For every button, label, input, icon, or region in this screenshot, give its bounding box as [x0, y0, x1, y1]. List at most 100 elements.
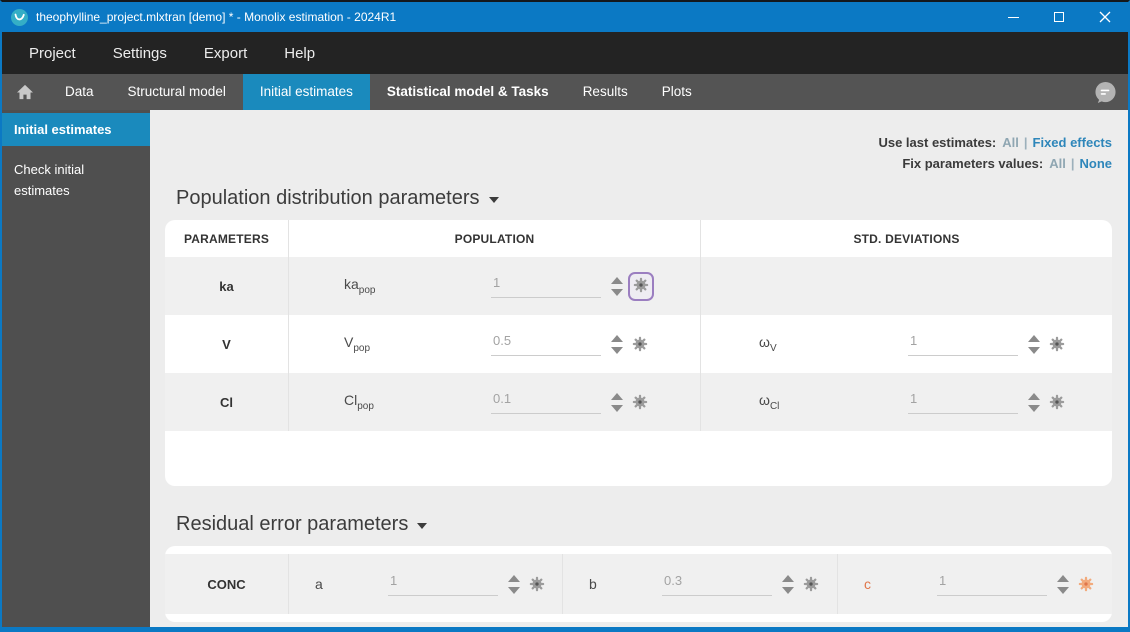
pipe-separator: | — [1071, 156, 1075, 171]
spin-down-icon[interactable] — [782, 587, 794, 594]
ka-pop-input[interactable] — [491, 275, 601, 298]
v-pop-stepper[interactable] — [611, 335, 623, 354]
spin-down-icon[interactable] — [1028, 347, 1040, 354]
table-row-cl: Cl Clpop ωCl — [165, 373, 1112, 431]
ka-pop-stepper[interactable] — [611, 277, 623, 296]
speech-bubble-icon — [1094, 81, 1117, 104]
param-c-stepper[interactable] — [1057, 575, 1069, 594]
use-last-fixed-effects-link[interactable]: Fixed effects — [1033, 135, 1112, 150]
menu-settings[interactable]: Settings — [113, 45, 167, 62]
app-window: theophylline_project.mlxtran [demo] * - … — [0, 0, 1130, 632]
minimize-icon — [1008, 17, 1019, 18]
tab-results[interactable]: Results — [566, 74, 645, 110]
fix-parameters-label: Fix parameters values: — [902, 156, 1043, 171]
spin-down-icon[interactable] — [611, 289, 623, 296]
gear-icon[interactable] — [529, 576, 545, 592]
gear-icon-orange[interactable] — [1078, 576, 1094, 592]
spin-up-icon[interactable] — [611, 335, 623, 342]
sidebar-item-check-initial-estimates[interactable]: Check initial estimates — [2, 159, 112, 201]
monolix-app-icon — [11, 9, 28, 26]
spin-down-icon[interactable] — [1028, 405, 1040, 412]
gear-icon[interactable] — [633, 277, 649, 293]
maximize-icon — [1054, 12, 1064, 22]
omega-v-label: ωV — [759, 334, 908, 354]
home-icon — [16, 84, 34, 100]
v-pop-label: Vpop — [344, 334, 491, 354]
menu-export[interactable]: Export — [204, 45, 247, 62]
collapse-caret-icon[interactable] — [417, 523, 427, 529]
table-row-ka: ka kapop — [165, 257, 1112, 315]
param-b-input[interactable] — [662, 573, 772, 596]
close-button[interactable] — [1082, 2, 1128, 32]
home-button[interactable] — [2, 74, 48, 110]
content-area: Use last estimates: All | Fixed effects Fix… — [150, 110, 1128, 627]
ka-pop-label: kapop — [344, 276, 491, 296]
window-title: theophylline_project.mlxtran [demo] * - … — [36, 10, 396, 24]
tab-initial-estimates[interactable]: Initial estimates — [243, 74, 370, 110]
fix-all-link[interactable]: All — [1049, 156, 1066, 171]
param-a-label: a — [315, 576, 388, 592]
menu-help[interactable]: Help — [284, 45, 315, 62]
v-pop-input[interactable] — [491, 333, 601, 356]
minimize-button[interactable] — [990, 2, 1036, 32]
omega-cl-stepper[interactable] — [1028, 393, 1040, 412]
table-row-v: V Vpop ωV — [165, 315, 1112, 373]
spin-up-icon[interactable] — [782, 575, 794, 582]
omega-cl-label: ωCl — [759, 392, 908, 412]
residual-section-title: Residual error parameters — [176, 513, 408, 536]
col-population: POPULATION — [288, 220, 700, 257]
tab-plots[interactable]: Plots — [645, 74, 709, 110]
omega-v-input[interactable] — [908, 333, 1018, 356]
spin-down-icon[interactable] — [611, 347, 623, 354]
sidebar: Initial estimates Check initial estimate… — [2, 110, 150, 627]
spin-down-icon[interactable] — [508, 587, 520, 594]
menu-bar: Project Settings Export Help — [2, 32, 1128, 74]
parameter-name: ka — [165, 257, 288, 315]
omega-v-stepper[interactable] — [1028, 335, 1040, 354]
use-last-estimates-label: Use last estimates: — [878, 135, 996, 150]
use-last-estimates-row: Use last estimates:All|Fixed effects — [878, 132, 1112, 153]
tab-data[interactable]: Data — [48, 74, 111, 110]
tab-statistical-model-tasks[interactable]: Statistical model & Tasks — [370, 74, 566, 110]
collapse-caret-icon[interactable] — [489, 197, 499, 203]
spin-up-icon[interactable] — [1028, 393, 1040, 400]
cl-pop-stepper[interactable] — [611, 393, 623, 412]
title-bar: theophylline_project.mlxtran [demo] * - … — [2, 2, 1128, 32]
cl-pop-input[interactable] — [491, 391, 601, 414]
spin-up-icon[interactable] — [611, 277, 623, 284]
maximize-button[interactable] — [1036, 2, 1082, 32]
tab-bar: Data Structural model Initial estimates … — [2, 74, 1128, 110]
population-section-heading: Population distribution parameters — [176, 184, 1128, 212]
gear-icon[interactable] — [632, 394, 648, 410]
spin-down-icon[interactable] — [1057, 587, 1069, 594]
menu-project[interactable]: Project — [29, 45, 76, 62]
fix-none-link[interactable]: None — [1080, 156, 1113, 171]
sidebar-item-initial-estimates[interactable]: Initial estimates — [2, 113, 150, 146]
param-a-stepper[interactable] — [508, 575, 520, 594]
spin-down-icon[interactable] — [611, 405, 623, 412]
table-row-conc: CONC a b c — [165, 554, 1112, 614]
gear-icon[interactable] — [803, 576, 819, 592]
ka-std-empty-cell — [700, 257, 1112, 315]
spin-up-icon[interactable] — [508, 575, 520, 582]
output-name: CONC — [165, 554, 288, 614]
residual-parameters-card: CONC a b c — [165, 546, 1112, 622]
feedback-button[interactable] — [1094, 74, 1128, 110]
use-last-all-link[interactable]: All — [1002, 135, 1019, 150]
spin-up-icon[interactable] — [1057, 575, 1069, 582]
omega-cl-input[interactable] — [908, 391, 1018, 414]
close-icon — [1099, 11, 1111, 23]
tab-structural-model[interactable]: Structural model — [111, 74, 243, 110]
spin-up-icon[interactable] — [1028, 335, 1040, 342]
param-b-stepper[interactable] — [782, 575, 794, 594]
gear-icon[interactable] — [1049, 394, 1065, 410]
parameter-name: Cl — [165, 373, 288, 431]
cl-pop-label: Clpop — [344, 392, 491, 412]
fix-parameters-row: Fix parameters values: All | None — [878, 153, 1112, 174]
param-c-input[interactable] — [937, 573, 1047, 596]
gear-icon[interactable] — [632, 336, 648, 352]
gear-icon[interactable] — [1049, 336, 1065, 352]
param-a-input[interactable] — [388, 573, 498, 596]
spin-up-icon[interactable] — [611, 393, 623, 400]
estimate-actions: Use last estimates: All | Fixed effects Fix… — [878, 132, 1112, 174]
